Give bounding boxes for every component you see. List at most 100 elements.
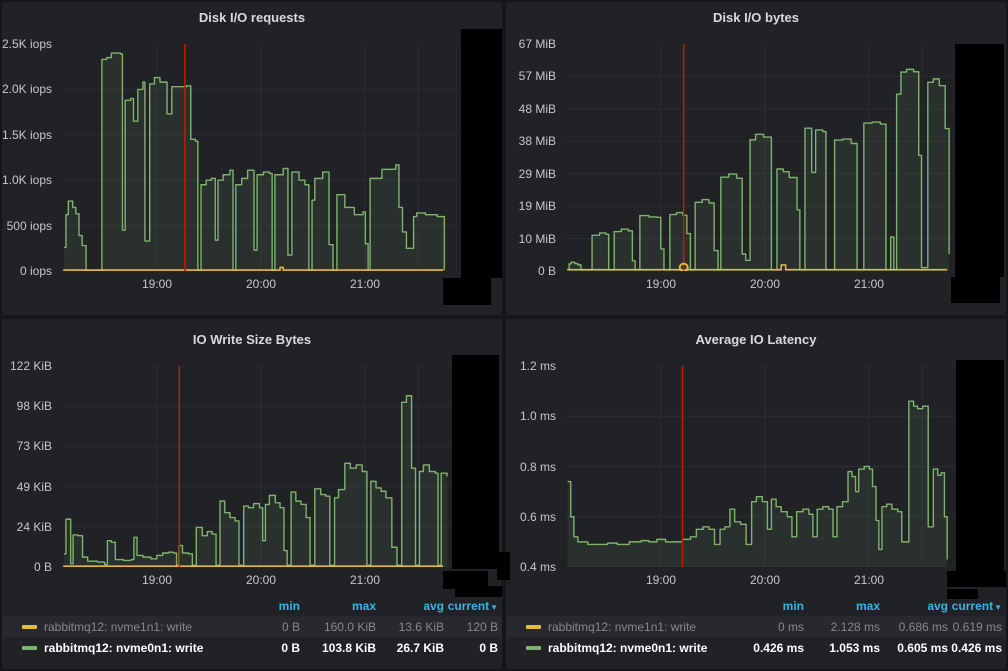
series-label[interactable]: rabbitmq12: nvme1n1: write bbox=[44, 620, 192, 634]
x-tick-label: 20:00 bbox=[237, 573, 285, 587]
x-axis-labels: 19:00 20:00 21:00 bbox=[62, 277, 457, 293]
timeseries-plot[interactable] bbox=[566, 366, 961, 567]
legend-header-current[interactable]: current▼ bbox=[444, 599, 498, 613]
redaction-box bbox=[443, 278, 491, 305]
y-tick-label: 0 B bbox=[2, 560, 52, 574]
y-tick-label: 1.5K iops bbox=[2, 128, 52, 142]
redaction-box bbox=[455, 586, 502, 597]
panel-disk-io-requests: Disk I/O requests 0 iops 500 iops 1.0K iop… bbox=[2, 2, 502, 315]
y-tick-label: 29 MiB bbox=[506, 167, 556, 181]
legend-value-avg: 0.605 ms bbox=[880, 641, 948, 655]
series-color-dash[interactable] bbox=[526, 625, 541, 629]
panel-io-write-size-bytes: IO Write Size Bytes 0 B24 KiB49 KiB73 Ki… bbox=[2, 319, 502, 669]
legend-header-row: min max avg current▼ bbox=[506, 595, 1006, 616]
y-axis-labels: 0 iops500 iops1.0K iops1.5K iops2.0K iop… bbox=[2, 44, 56, 271]
legend-value-min: 0 B bbox=[230, 641, 300, 655]
legend-value-current: 0.619 ms bbox=[948, 620, 1002, 634]
y-tick-label: 0 B bbox=[506, 264, 556, 278]
y-tick-label: 49 KiB bbox=[2, 480, 52, 494]
y-tick-label: 10 MiB bbox=[506, 232, 556, 246]
y-axis-labels: 0.4 ms0.6 ms0.8 ms1.0 ms1.2 ms bbox=[506, 366, 560, 567]
legend-row-nvme1n1[interactable]: rabbitmq12: nvme1n1: write 0 B 160.0 KiB… bbox=[2, 616, 502, 637]
x-tick-label: 20:00 bbox=[741, 277, 789, 291]
x-tick-label: 21:00 bbox=[845, 573, 893, 587]
timeseries-plot[interactable] bbox=[566, 44, 961, 271]
legend-table: min max avg current▼ rabbitmq12: nvme1n1… bbox=[2, 595, 502, 658]
panel-disk-io-bytes: Disk I/O bytes 0 B 10 MiB 19 MiB 29 MiB 38 M… bbox=[506, 2, 1006, 315]
legend-header-current-label: current bbox=[952, 599, 993, 613]
legend-row-nvme0n1[interactable]: rabbitmq12: nvme0n1: write 0 B 103.8 KiB… bbox=[2, 637, 502, 658]
legend-header-min[interactable]: min bbox=[734, 599, 804, 613]
y-tick-label: 2.5K iops bbox=[2, 37, 52, 51]
y-tick-label: 0.6 ms bbox=[506, 510, 556, 524]
y-tick-label: 19 MiB bbox=[506, 199, 556, 213]
timeseries-plot[interactable] bbox=[62, 366, 457, 567]
legend-value-min: 0 B bbox=[230, 620, 300, 634]
legend-value-avg: 26.7 KiB bbox=[376, 641, 444, 655]
legend-header-avg[interactable]: avg bbox=[880, 599, 948, 613]
redaction-box bbox=[956, 360, 1004, 571]
x-tick-label: 21:00 bbox=[845, 277, 893, 291]
x-tick-label: 19:00 bbox=[637, 277, 685, 291]
panel-title[interactable]: Disk I/O requests bbox=[2, 2, 502, 25]
y-tick-label: 1.0 ms bbox=[506, 409, 556, 423]
legend-header-current[interactable]: current▼ bbox=[948, 599, 1002, 613]
legend-value-avg: 13.6 KiB bbox=[376, 620, 444, 634]
x-tick-label: 21:00 bbox=[341, 277, 389, 291]
x-tick-label: 20:00 bbox=[237, 277, 285, 291]
x-tick-label: 19:00 bbox=[133, 277, 181, 291]
redaction-box bbox=[947, 589, 978, 599]
y-tick-label: 48 MiB bbox=[506, 102, 556, 116]
legend-header-max[interactable]: max bbox=[300, 599, 376, 613]
y-tick-label: 0 iops bbox=[2, 264, 52, 278]
sort-desc-icon: ▼ bbox=[490, 603, 498, 612]
dashboard: Disk I/O requests 0 iops 500 iops 1.0K iop… bbox=[0, 0, 1008, 671]
x-tick-label: 19:00 bbox=[637, 573, 685, 587]
legend-row-nvme1n1[interactable]: rabbitmq12: nvme1n1: write 0 ms 2.128 ms… bbox=[506, 616, 1006, 637]
redaction-box bbox=[947, 571, 1006, 587]
series-color-dash[interactable] bbox=[22, 646, 37, 650]
legend-value-current: 0 B bbox=[444, 641, 498, 655]
y-axis-labels: 0 B24 KiB49 KiB73 KiB98 KiB122 KiB bbox=[2, 366, 56, 567]
legend-header-avg[interactable]: avg bbox=[376, 599, 444, 613]
legend-header-row: min max avg current▼ bbox=[2, 595, 502, 616]
y-tick-label: 500 iops bbox=[2, 219, 52, 233]
y-tick-label: 73 KiB bbox=[2, 439, 52, 453]
redaction-box bbox=[452, 355, 499, 569]
y-tick-label: 122 KiB bbox=[2, 359, 52, 373]
x-tick-label: 19:00 bbox=[133, 573, 181, 587]
legend-value-avg: 0.686 ms bbox=[880, 620, 948, 634]
x-axis-labels: 19:0020:0021:00 bbox=[62, 573, 457, 589]
y-tick-label: 1.2 ms bbox=[506, 359, 556, 373]
y-tick-label: 0.4 ms bbox=[506, 560, 556, 574]
series-color-dash[interactable] bbox=[526, 646, 541, 650]
panel-title[interactable]: Disk I/O bytes bbox=[506, 2, 1006, 25]
legend-value-current: 0.426 ms bbox=[948, 641, 1002, 655]
legend-value-max: 1.053 ms bbox=[804, 641, 880, 655]
legend-header-min[interactable]: min bbox=[230, 599, 300, 613]
panel-title[interactable]: Average IO Latency bbox=[506, 319, 1006, 347]
x-tick-label: 20:00 bbox=[741, 573, 789, 587]
y-tick-label: 67 MiB bbox=[506, 37, 556, 51]
legend-value-min: 0 ms bbox=[734, 620, 804, 634]
y-axis-labels: 0 B10 MiB19 MiB29 MiB38 MiB48 MiB57 MiB6… bbox=[506, 44, 560, 271]
timeseries-plot[interactable] bbox=[62, 44, 457, 271]
legend-header-max[interactable]: max bbox=[804, 599, 880, 613]
x-axis-labels: 19:00 20:00 21:00 bbox=[566, 573, 961, 589]
series-label[interactable]: rabbitmq12: nvme1n1: write bbox=[548, 620, 696, 634]
y-tick-label: 98 KiB bbox=[2, 399, 52, 413]
legend-value-min: 0.426 ms bbox=[734, 641, 804, 655]
series-color-dash[interactable] bbox=[22, 625, 37, 629]
legend-table: min max avg current▼ rabbitmq12: nvme1n1… bbox=[506, 595, 1006, 658]
legend-row-nvme0n1[interactable]: rabbitmq12: nvme0n1: write 0.426 ms 1.05… bbox=[506, 637, 1006, 658]
panel-title[interactable]: IO Write Size Bytes bbox=[2, 319, 502, 347]
legend-value-current: 120 B bbox=[444, 620, 498, 634]
legend-value-max: 103.8 KiB bbox=[300, 641, 376, 655]
panel-average-io-latency: Average IO Latency 0.4 ms 0.6 ms 0.8 ms 1.0… bbox=[506, 319, 1006, 669]
series-label[interactable]: rabbitmq12: nvme0n1: write bbox=[548, 641, 707, 655]
y-tick-label: 0.8 ms bbox=[506, 460, 556, 474]
y-tick-label: 1.0K iops bbox=[2, 173, 52, 187]
series-label[interactable]: rabbitmq12: nvme0n1: write bbox=[44, 641, 203, 655]
legend-value-max: 160.0 KiB bbox=[300, 620, 376, 634]
y-tick-label: 38 MiB bbox=[506, 134, 556, 148]
